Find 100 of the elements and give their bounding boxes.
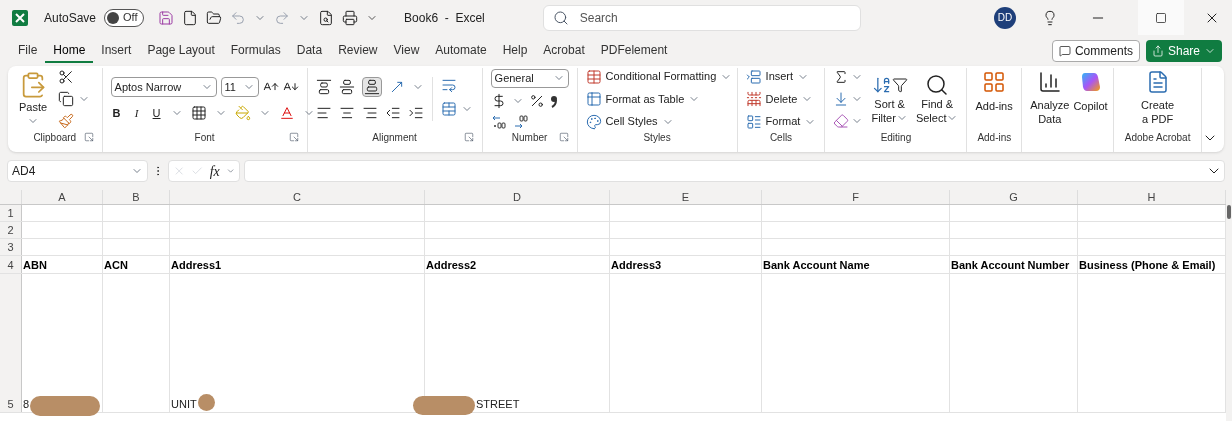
new-file-icon[interactable] — [182, 9, 199, 26]
paste-button[interactable]: Paste — [16, 70, 50, 128]
ribbon-tab[interactable]: Page Layout — [139, 38, 223, 63]
lightbulb-icon[interactable] — [1042, 9, 1058, 26]
group-label: Cells — [769, 130, 793, 145]
column-header[interactable]: F — [762, 190, 950, 204]
dialog-launcher-icon[interactable] — [288, 132, 299, 142]
restore-icon[interactable] — [1155, 11, 1167, 24]
group-label: Alignment — [372, 130, 417, 145]
group-label: Font — [194, 130, 215, 145]
copilot-button[interactable]: Copilot — [1073, 68, 1108, 115]
search-field[interactable]: Search — [542, 4, 861, 31]
cells-menu-button[interactable]: Delete — [745, 90, 817, 108]
fill-color-icon[interactable] — [234, 105, 251, 121]
borders-icon[interactable] — [190, 105, 207, 121]
font-name: Aptos Narrow — [114, 79, 182, 95]
scrollbar-thumb[interactable] — [1227, 205, 1231, 219]
cell-reference: AD4 — [12, 163, 36, 180]
row-header[interactable]: 5 — [0, 274, 22, 412]
align-right-icon[interactable] — [361, 105, 378, 121]
align-left-icon[interactable] — [315, 105, 332, 121]
middle-align-icon[interactable] — [338, 79, 355, 95]
row-header[interactable]: 1 — [0, 205, 22, 221]
align-center-icon[interactable] — [338, 105, 355, 121]
italic-button[interactable]: I — [130, 104, 143, 122]
list-icon — [745, 113, 762, 130]
column-header[interactable]: B — [103, 190, 170, 204]
create-pdf-button[interactable]: Create a PDF — [1141, 68, 1175, 126]
styles-menu-button[interactable]: Cell Styles — [585, 113, 733, 130]
comma-style-icon[interactable] — [549, 93, 558, 108]
decrease-indent-icon[interactable] — [384, 105, 401, 121]
cells-menu-button[interactable]: Insert — [745, 68, 817, 85]
formula-input[interactable] — [244, 160, 1225, 182]
bottom-align-button[interactable] — [361, 77, 382, 97]
ribbon-tab[interactable]: Data — [288, 38, 331, 63]
merge-cells-icon[interactable] — [440, 101, 457, 117]
row-header[interactable]: 4 — [0, 256, 22, 273]
open-folder-icon[interactable] — [206, 9, 223, 26]
font-color-icon[interactable] — [278, 105, 295, 121]
find-select-button[interactable]: Find & Select — [915, 73, 959, 125]
cell-text: ACN — [104, 257, 128, 273]
autosave-label: AutoSave — [44, 9, 97, 27]
bold-button[interactable]: B — [110, 104, 123, 122]
search-icon — [552, 9, 569, 26]
styles-menu-button[interactable]: Format as Table — [585, 90, 733, 108]
bottom-align-icon — [363, 79, 380, 95]
increase-decimal-icon[interactable] — [490, 113, 507, 130]
top-align-icon[interactable] — [315, 79, 332, 95]
percent-icon[interactable] — [528, 92, 545, 109]
insert-function-button[interactable]: fx — [209, 160, 220, 182]
window-title: Book6 - Excel — [404, 9, 485, 27]
ribbon-tab[interactable]: Insert — [93, 38, 140, 63]
row-header[interactable]: 2 — [0, 222, 22, 238]
styles-menu-button[interactable]: Conditional Formatting — [585, 68, 733, 85]
column-header[interactable]: D — [425, 190, 610, 204]
dialog-launcher-icon[interactable] — [83, 132, 94, 142]
number-format-dropdown[interactable]: General — [490, 68, 569, 88]
add-ins-button[interactable]: Add-ins — [975, 68, 1013, 115]
dialog-launcher-icon[interactable] — [558, 132, 569, 142]
ribbon-tab[interactable]: Help — [494, 38, 536, 63]
autosave-toggle[interactable]: Off — [104, 8, 145, 27]
row-header[interactable]: 3 — [0, 239, 22, 255]
dialog-launcher-icon[interactable] — [463, 132, 474, 142]
palette-icon — [585, 113, 602, 130]
name-box[interactable]: AD4 — [7, 160, 148, 182]
chart-icon — [1037, 70, 1062, 94]
eraser-icon[interactable] — [833, 113, 850, 129]
format-painter-icon[interactable] — [58, 113, 74, 129]
underline-button[interactable]: U — [150, 104, 163, 122]
column-header[interactable]: E — [610, 190, 762, 204]
wrap-text-icon[interactable] — [440, 77, 457, 93]
print-preview-icon[interactable] — [318, 9, 335, 26]
ribbon-tab[interactable]: Formulas — [222, 38, 289, 63]
share-button[interactable]: Share — [1145, 39, 1222, 62]
increase-indent-icon[interactable] — [407, 105, 424, 121]
ribbon-tab[interactable]: View — [385, 38, 428, 63]
ribbon-tab[interactable]: Automate — [427, 38, 495, 63]
ribbon-tab[interactable]: Review — [330, 38, 386, 63]
cells-menu-button[interactable]: Format — [745, 113, 817, 130]
group-label: Add-ins — [977, 130, 1012, 145]
search-icon — [925, 73, 950, 97]
font-name-dropdown[interactable]: Aptos Narrow — [110, 76, 217, 97]
column-header[interactable]: A — [22, 190, 103, 204]
printer-icon[interactable] — [342, 9, 359, 26]
cell-text: 8 — [23, 396, 30, 412]
ribbon-tab[interactable]: PDFelement — [592, 38, 676, 63]
user-avatar[interactable]: DD — [994, 6, 1016, 29]
ribbon-tab[interactable]: Acrobat — [535, 38, 593, 63]
decrease-decimal-icon[interactable] — [512, 113, 529, 130]
ribbon-tab[interactable]: File — [10, 38, 46, 63]
column-header[interactable]: G — [950, 190, 1078, 204]
font-size-dropdown[interactable]: 11 — [220, 76, 259, 97]
comments-button[interactable]: Comments — [1051, 39, 1140, 62]
analyze-data-button[interactable]: Analyze Data — [1030, 68, 1070, 126]
sort-filter-button[interactable]: Sort & Filter — [871, 73, 908, 125]
scissors-icon[interactable] — [58, 69, 74, 85]
ribbon-tab[interactable]: Home — [45, 38, 94, 63]
copy-icon[interactable] — [58, 91, 74, 107]
column-header[interactable]: C — [170, 190, 425, 204]
save-icon[interactable] — [158, 9, 175, 26]
